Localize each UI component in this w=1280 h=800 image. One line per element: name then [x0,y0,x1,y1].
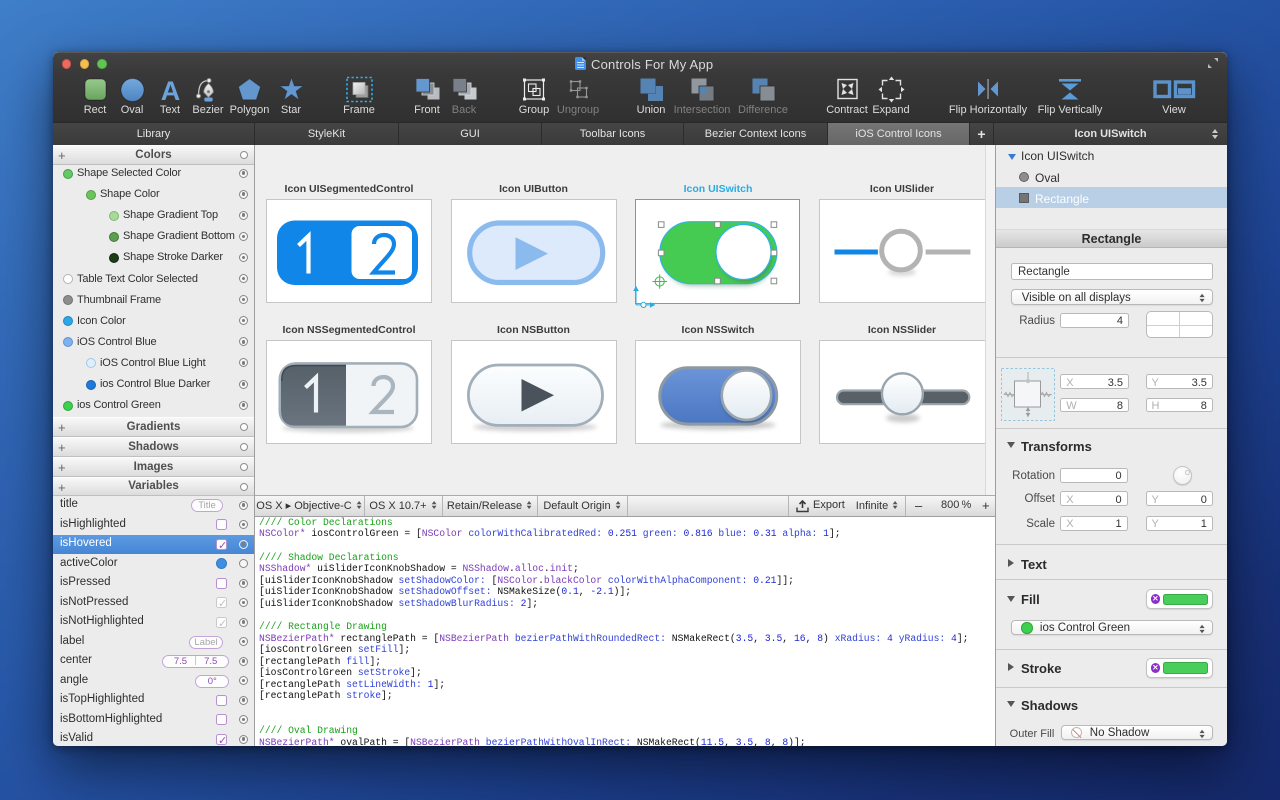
svg-text:A: A [160,76,180,103]
